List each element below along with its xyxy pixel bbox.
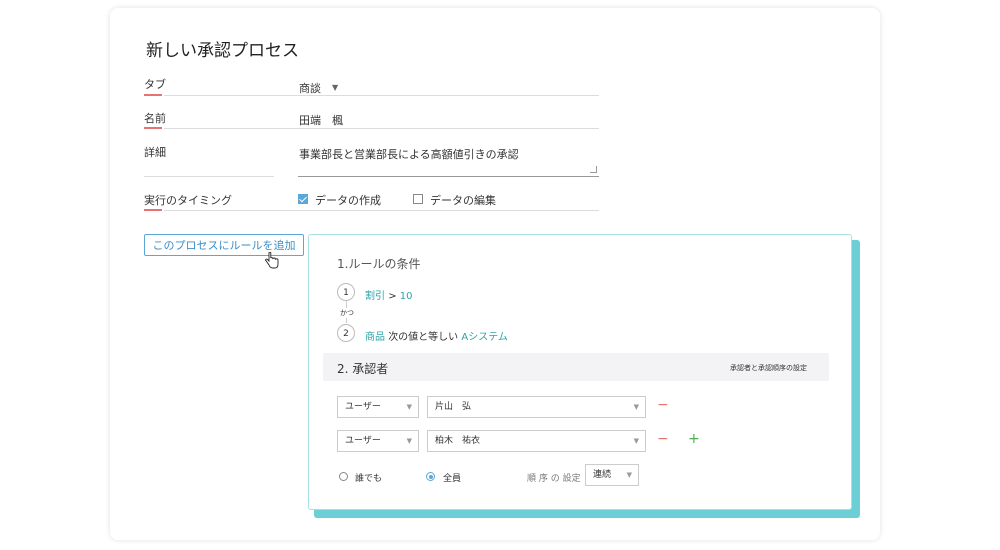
condition-operator: 次の値と等しい bbox=[388, 332, 459, 343]
conditions-title: 1.ルールの条件 bbox=[337, 257, 421, 271]
timing-label: 実行のタイミング bbox=[144, 194, 232, 207]
condition-row[interactable]: 商品 次の値と等しい Aシステム bbox=[365, 328, 508, 343]
required-marker bbox=[144, 94, 162, 96]
approvers-title: 2. 承認者 bbox=[337, 362, 389, 376]
approver-type-value: ユーザー bbox=[345, 436, 381, 446]
order-label: 順 序 の 設定 bbox=[527, 474, 581, 484]
tab-select[interactable]: 商談 bbox=[299, 80, 321, 96]
detail-textarea[interactable]: 事業部長と営業部長による高額値引きの承認 bbox=[299, 146, 519, 162]
approval-anyone-radio[interactable] bbox=[339, 472, 348, 481]
approval-all-radio[interactable] bbox=[426, 472, 435, 481]
condition-field: 割引 bbox=[365, 291, 385, 302]
hand-cursor-icon bbox=[264, 251, 280, 274]
condition-number: 2 bbox=[337, 324, 355, 342]
and-label: かつ bbox=[340, 308, 354, 318]
timing-create-label: データの作成 bbox=[315, 194, 381, 207]
chevron-down-icon: ▼ bbox=[633, 403, 639, 411]
add-approver-icon[interactable]: + bbox=[688, 431, 700, 447]
approval-all-label: 全員 bbox=[443, 474, 462, 484]
required-marker bbox=[144, 127, 162, 129]
field-divider bbox=[164, 210, 599, 211]
approver-user-select[interactable]: 柏木 祐衣 ▼ bbox=[427, 430, 646, 452]
timing-edit-label: データの編集 bbox=[430, 194, 496, 207]
approver-type-select[interactable]: ユーザー ▼ bbox=[337, 396, 419, 418]
field-divider bbox=[164, 95, 599, 96]
field-divider bbox=[164, 128, 599, 129]
chevron-down-icon[interactable]: ▼ bbox=[332, 83, 338, 92]
tab-label: タブ bbox=[144, 78, 166, 91]
add-rule-button[interactable]: このプロセスにルールを追加 bbox=[144, 234, 304, 256]
detail-label: 詳細 bbox=[144, 146, 166, 159]
textarea-border bbox=[298, 176, 599, 177]
required-marker bbox=[144, 209, 162, 211]
chevron-down-icon: ▼ bbox=[633, 437, 639, 445]
approver-type-select[interactable]: ユーザー ▼ bbox=[337, 430, 419, 452]
approver-user-value: 柏木 祐衣 bbox=[435, 436, 481, 446]
field-divider bbox=[144, 176, 274, 177]
chevron-down-icon: ▼ bbox=[406, 403, 412, 411]
approval-anyone-label: 誰でも bbox=[355, 474, 383, 484]
order-select[interactable]: 連続 ▼ bbox=[585, 464, 639, 486]
timing-create-checkbox[interactable] bbox=[298, 194, 308, 204]
approver-type-value: ユーザー bbox=[345, 402, 381, 412]
condition-value: 10 bbox=[399, 291, 413, 302]
name-input[interactable]: 田端 楓 bbox=[299, 112, 343, 128]
chevron-down-icon: ▼ bbox=[626, 471, 632, 479]
resize-handle-icon[interactable] bbox=[590, 166, 597, 173]
page-title: 新しい承認プロセス bbox=[146, 41, 299, 61]
approver-user-value: 片山 弘 bbox=[435, 402, 472, 412]
approver-user-select[interactable]: 片山 弘 ▼ bbox=[427, 396, 646, 418]
condition-field: 商品 bbox=[365, 332, 385, 343]
chevron-down-icon: ▼ bbox=[406, 437, 412, 445]
remove-approver-icon[interactable]: − bbox=[657, 431, 669, 447]
order-value: 連続 bbox=[593, 470, 612, 480]
approvers-header: 2. 承認者 承認者と承認順序の設定 bbox=[323, 353, 829, 381]
condition-row[interactable]: 割引 > 10 bbox=[365, 287, 413, 302]
timing-edit-checkbox[interactable] bbox=[413, 194, 423, 204]
condition-number: 1 bbox=[337, 283, 355, 301]
approvers-settings-link[interactable]: 承認者と承認順序の設定 bbox=[730, 363, 807, 373]
condition-operator: > bbox=[388, 291, 397, 302]
remove-approver-icon[interactable]: − bbox=[657, 397, 669, 413]
name-label: 名前 bbox=[144, 112, 166, 125]
condition-value: Aシステム bbox=[461, 332, 508, 343]
